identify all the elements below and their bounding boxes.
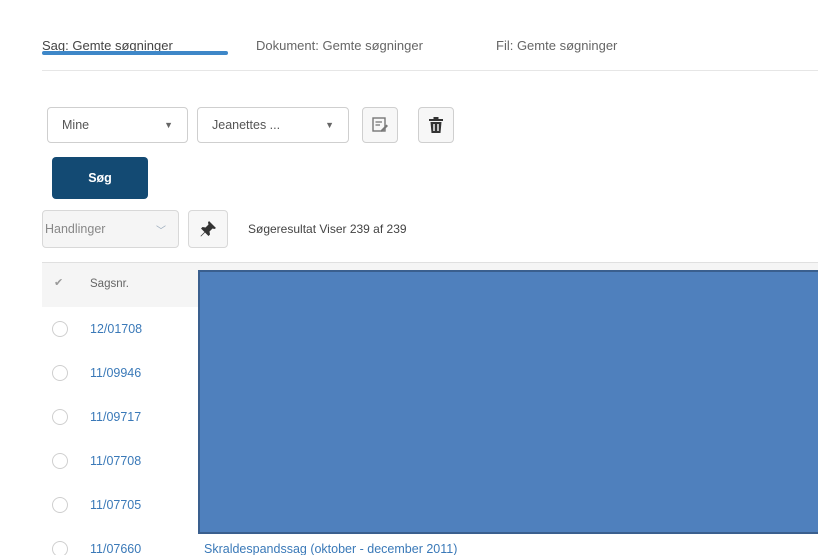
case-number-link[interactable]: 11/09717 (90, 410, 141, 424)
chevron-down-icon: ﹀ (156, 226, 166, 237)
row-select-radio[interactable] (52, 497, 68, 513)
row-select-radio[interactable] (52, 541, 68, 555)
saved-search-select-value: Jeanettes ... (212, 118, 281, 132)
pin-button[interactable] (188, 210, 228, 248)
delete-search-button[interactable] (418, 107, 454, 143)
active-tab-indicator (42, 51, 228, 55)
tab-document-saved-searches[interactable]: Dokument: Gemte søgninger (256, 38, 423, 53)
saved-search-tabs: Sag: Gemte søgninger Dokument: Gemte søg… (42, 22, 818, 71)
tab-case-saved-searches[interactable]: Sag: Gemte søgninger (42, 38, 228, 55)
case-number-link[interactable]: 12/01708 (90, 322, 142, 336)
tab-label: Fil: Gemte søgninger (496, 38, 618, 53)
edit-list-icon (372, 117, 388, 132)
row-select-radio[interactable] (52, 365, 68, 381)
search-result-count: Søgeresultat Viser 239 af 239 (248, 222, 407, 236)
select-all-check-icon[interactable]: ✔ (54, 276, 63, 289)
saved-search-select[interactable]: Jeanettes ... ▼ (197, 107, 349, 143)
owner-select[interactable]: Mine ▼ (47, 107, 188, 143)
search-button-label: Søg (88, 171, 112, 185)
case-title-link[interactable]: Skraldespandssag (oktober - december 201… (204, 542, 457, 555)
column-header-case-number[interactable]: Sagsnr. (90, 278, 129, 290)
trash-icon (429, 117, 443, 133)
case-number-link[interactable]: 11/07660 (90, 542, 141, 555)
actions-dropdown[interactable]: Handlinger ﹀ (42, 210, 179, 248)
row-select-radio[interactable] (52, 321, 68, 337)
actions-dropdown-label: Handlinger (45, 222, 106, 236)
edit-search-button[interactable] (362, 107, 398, 143)
row-select-radio[interactable] (52, 409, 68, 425)
case-number-link[interactable]: 11/07705 (90, 498, 141, 512)
row-select-radio[interactable] (52, 453, 68, 469)
redaction-overlay (198, 270, 818, 534)
case-number-link[interactable]: 11/09946 (90, 366, 141, 380)
chevron-down-icon: ▼ (325, 120, 334, 130)
search-button[interactable]: Søg (52, 157, 148, 199)
case-number-link[interactable]: 11/07708 (90, 454, 141, 468)
pin-icon (200, 221, 216, 237)
tab-label: Dokument: Gemte søgninger (256, 38, 423, 53)
owner-select-value: Mine (62, 118, 90, 132)
chevron-down-icon: ▼ (164, 120, 173, 130)
tab-file-saved-searches[interactable]: Fil: Gemte søgninger (496, 38, 617, 53)
